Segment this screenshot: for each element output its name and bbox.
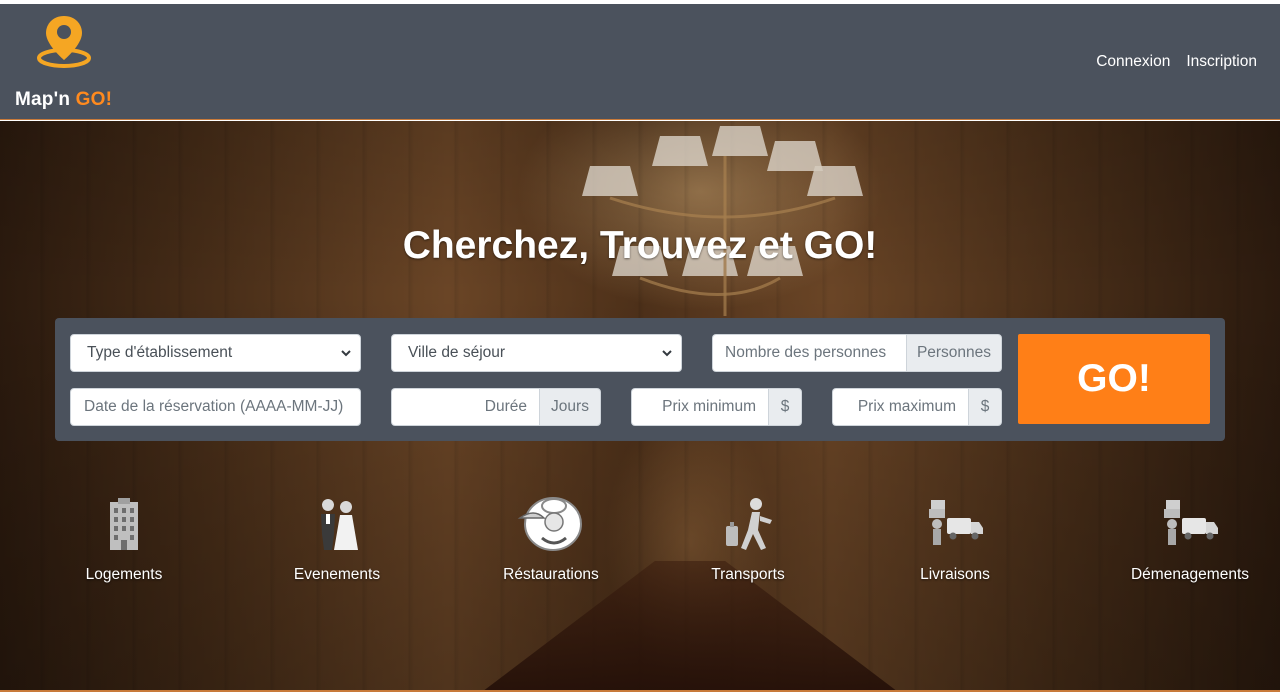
min-price-input[interactable]: Prix minimum bbox=[631, 388, 768, 426]
reservation-date-input[interactable]: Date de la réservation (AAAA-MM-JJ) bbox=[70, 388, 361, 426]
chef-icon bbox=[517, 497, 582, 551]
duration-addon: Jours bbox=[539, 388, 601, 426]
category-livraisons[interactable]: Livraisons bbox=[905, 496, 1005, 584]
max-price-addon: $ bbox=[968, 388, 1002, 426]
establishment-type-value: Type d'établissement bbox=[87, 344, 233, 361]
moving-truck-icon bbox=[1164, 500, 1218, 545]
category-transports[interactable]: Transports bbox=[698, 496, 798, 584]
category-label: Livraisons bbox=[920, 566, 990, 583]
traveler-icon bbox=[726, 498, 772, 550]
nav-links: Connexion Inscription bbox=[1096, 53, 1257, 71]
wedding-couple-icon bbox=[321, 499, 358, 550]
duration-input[interactable]: Durée bbox=[391, 388, 539, 426]
category-logements[interactable]: Logements bbox=[74, 496, 174, 584]
navbar: Map'n GO! Connexion Inscription bbox=[0, 4, 1280, 120]
search-panel: Type d'établissement Ville de séjour Nom… bbox=[55, 318, 1225, 441]
category-demenagements[interactable]: Démenagements bbox=[1125, 496, 1255, 584]
category-label: Démenagements bbox=[1130, 566, 1250, 583]
delivery-truck-icon bbox=[929, 500, 983, 545]
persons-input[interactable]: Nombre des personnes bbox=[712, 334, 906, 372]
go-button[interactable]: GO! bbox=[1018, 334, 1210, 424]
city-value: Ville de séjour bbox=[408, 344, 506, 361]
establishment-type-select[interactable]: Type d'établissement bbox=[70, 334, 361, 372]
min-price-group: Prix minimum $ bbox=[631, 388, 802, 426]
categories: Logements Evenements Réstaurations Trans… bbox=[0, 496, 1280, 596]
min-price-addon: $ bbox=[768, 388, 802, 426]
brand-accent: GO! bbox=[75, 89, 113, 110]
persons-group: Nombre des personnes Personnes bbox=[712, 334, 1002, 372]
category-label: Transports bbox=[711, 566, 785, 583]
category-label: Réstaurations bbox=[503, 566, 599, 583]
persons-addon: Personnes bbox=[906, 334, 1002, 372]
max-price-group: Prix maximum $ bbox=[832, 388, 1002, 426]
category-evenements[interactable]: Evenements bbox=[287, 496, 387, 584]
building-icon bbox=[110, 498, 138, 550]
chevron-down-icon bbox=[662, 350, 672, 357]
duration-group: Durée Jours bbox=[391, 388, 601, 426]
city-select[interactable]: Ville de séjour bbox=[391, 334, 682, 372]
hero-section: Cherchez, Trouvez et GO! Type d'établiss… bbox=[0, 121, 1280, 692]
register-link[interactable]: Inscription bbox=[1186, 53, 1257, 71]
brand-name[interactable]: Map'n GO! bbox=[15, 89, 112, 111]
hero-headline: Cherchez, Trouvez et GO! bbox=[402, 224, 878, 267]
map-pin-icon[interactable] bbox=[36, 12, 92, 68]
category-label: Evenements bbox=[293, 566, 381, 583]
category-label: Logements bbox=[85, 566, 163, 583]
max-price-input[interactable]: Prix maximum bbox=[832, 388, 968, 426]
login-link[interactable]: Connexion bbox=[1096, 53, 1170, 71]
category-restaurations[interactable]: Réstaurations bbox=[491, 496, 611, 584]
chevron-down-icon bbox=[341, 350, 351, 357]
